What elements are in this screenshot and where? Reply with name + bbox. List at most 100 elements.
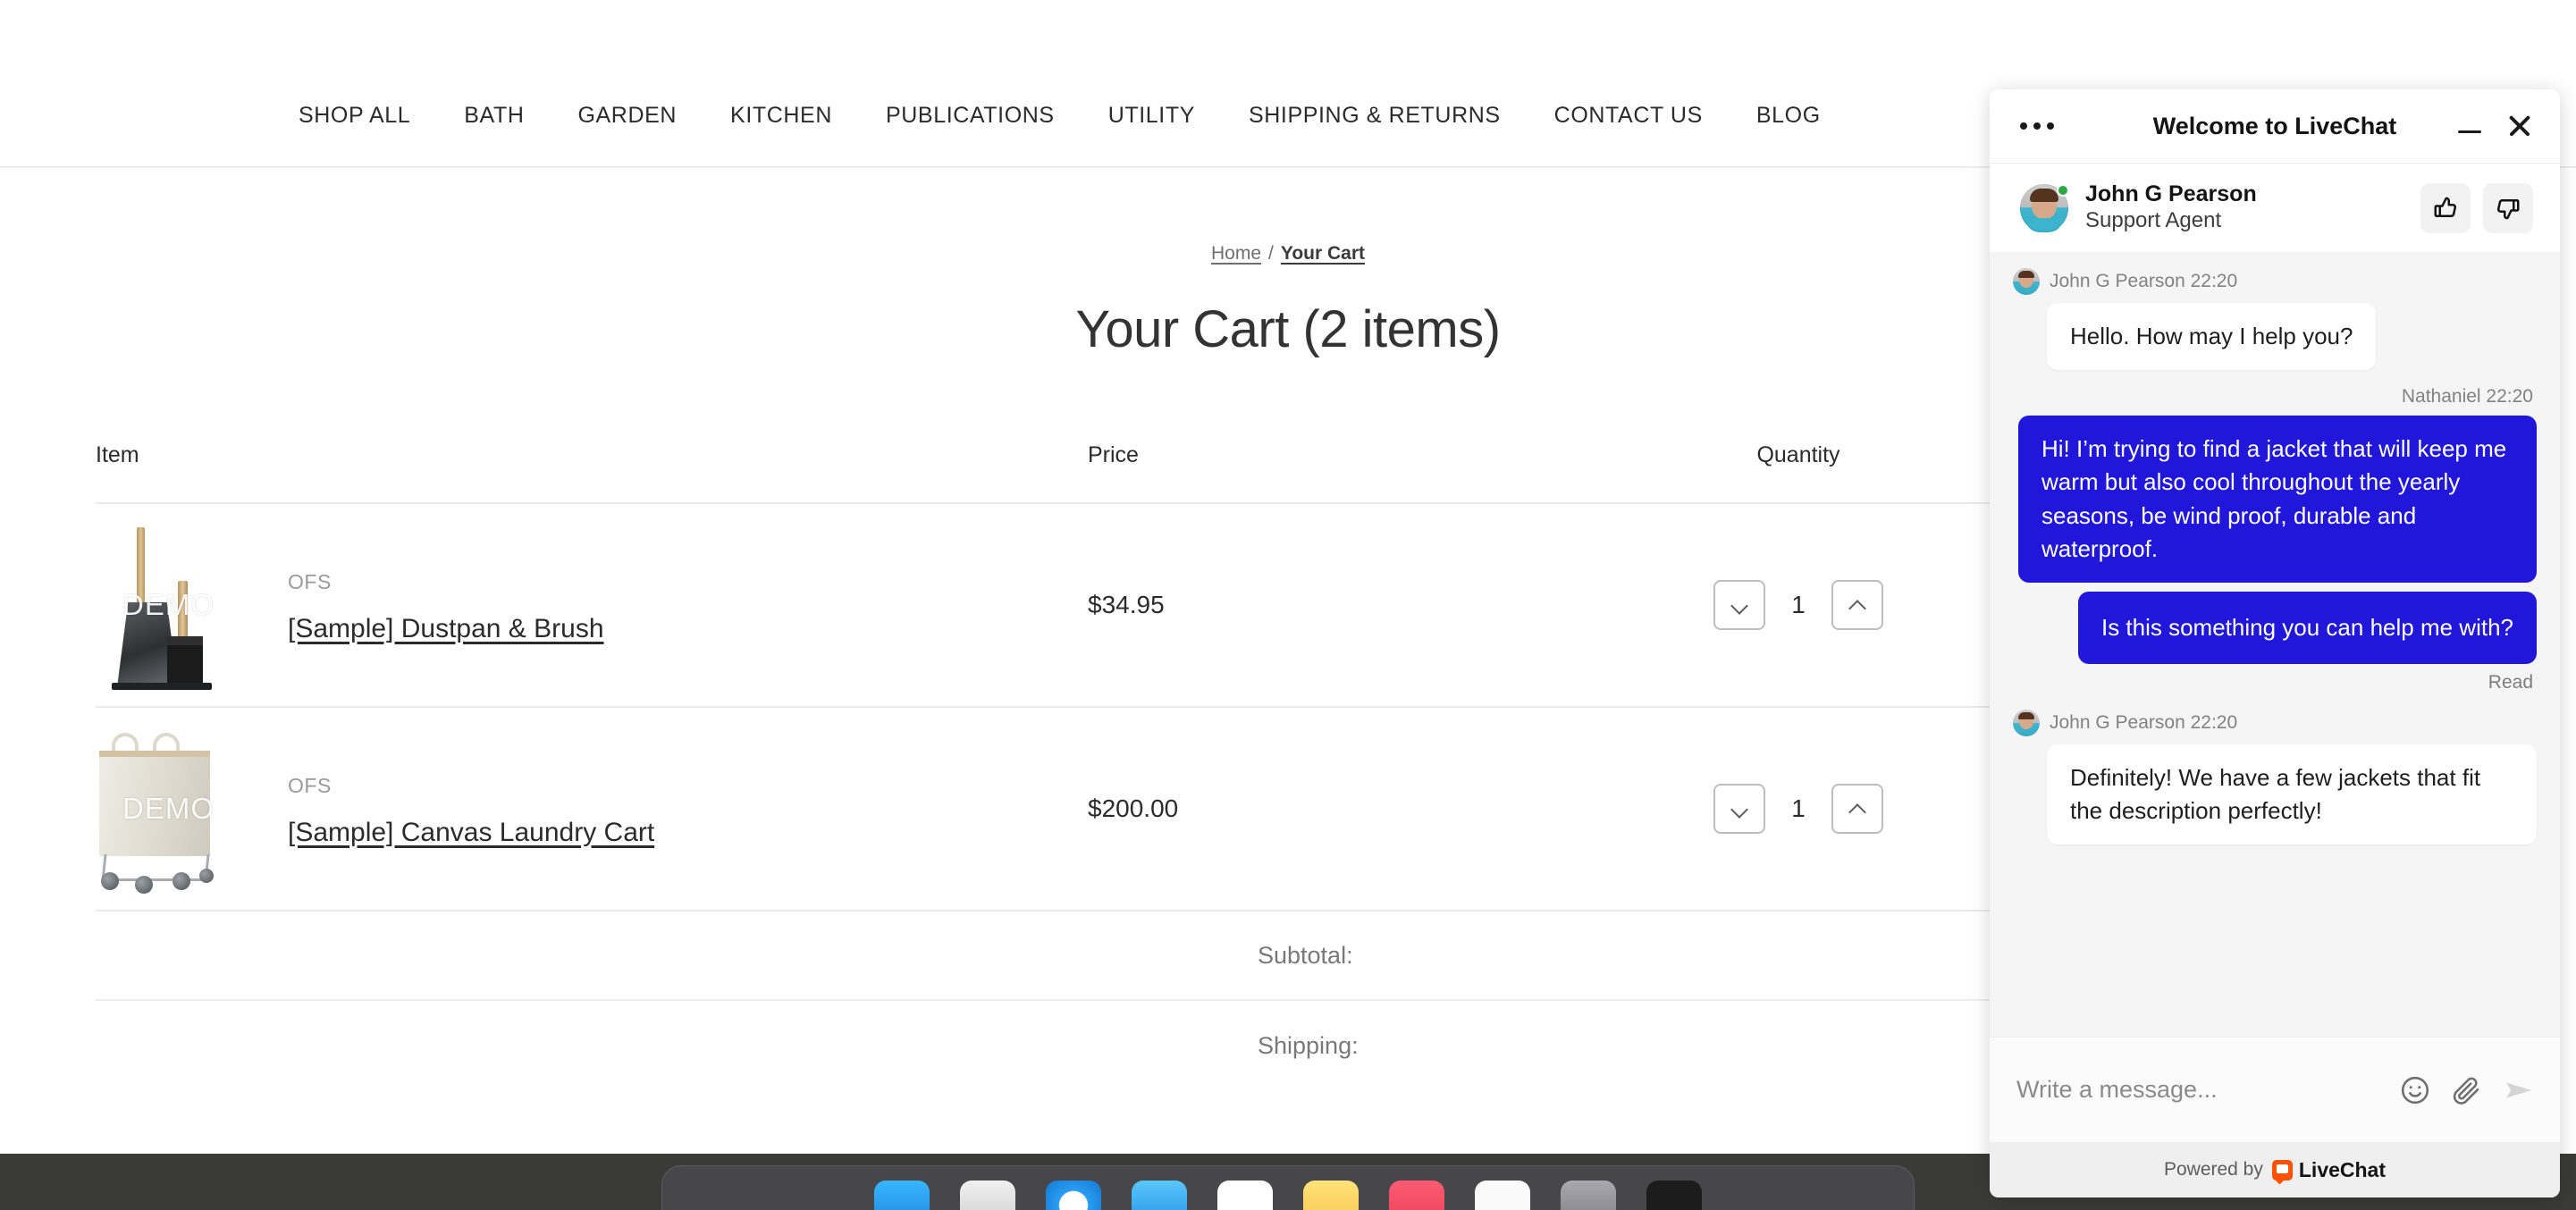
quantity-value[interactable]: 1 — [1765, 794, 1831, 823]
nav-item-kitchen[interactable]: KITCHEN — [703, 103, 859, 129]
photos-icon[interactable] — [1475, 1181, 1530, 1210]
demo-watermark: DEMO — [122, 792, 215, 825]
message-input[interactable] — [2016, 1076, 2385, 1104]
product-thumbnail-canvas-laundry-cart[interactable]: DEMO — [96, 724, 241, 894]
macos-dock — [661, 1165, 1915, 1210]
smiley-button[interactable] — [2397, 1072, 2433, 1108]
input-icons — [2397, 1072, 2537, 1108]
chat-input-bar — [1990, 1037, 2560, 1142]
agent-name: John G Pearson — [2085, 181, 2257, 207]
agent-role: Support Agent — [2085, 207, 2222, 232]
product-price: $200.00 — [1088, 794, 1179, 822]
rating-buttons — [2420, 182, 2533, 233]
notes-icon[interactable] — [1303, 1181, 1359, 1210]
nav-list: SHOP ALL BATH GARDEN KITCHEN PUBLICATION… — [299, 103, 1848, 129]
nav-item-shop-all[interactable]: SHOP ALL — [299, 103, 437, 129]
agent-bar: John G Pearson Support Agent — [1990, 163, 2560, 252]
product-brand: OFS — [288, 773, 332, 797]
avatar — [2013, 710, 2040, 737]
mail-icon[interactable] — [1132, 1181, 1187, 1210]
nav-item-blog[interactable]: BLOG — [1730, 103, 1848, 129]
livechat-logo[interactable]: LiveChat — [2271, 1157, 2387, 1182]
message-author-time: John G Pearson 22:20 — [2050, 712, 2238, 734]
quantity-decrease-button[interactable] — [1713, 784, 1765, 834]
terminal-icon[interactable] — [1646, 1181, 1702, 1210]
chevron-down-icon — [1731, 597, 1747, 613]
calendar-icon[interactable] — [1217, 1181, 1273, 1210]
thumbs-down-button[interactable] — [2483, 182, 2533, 233]
column-header-price: Price — [1088, 442, 1139, 467]
finder-icon[interactable] — [874, 1181, 930, 1210]
chevron-up-icon — [1849, 597, 1865, 613]
thumbs-down-icon — [2496, 198, 2520, 219]
send-icon — [2505, 1081, 2532, 1098]
shipping-label: Shipping: — [1258, 1031, 1359, 1059]
subtotal-label: Subtotal: — [1258, 941, 1353, 969]
safari-icon[interactable] — [1046, 1181, 1101, 1210]
message-group-user: Nathaniel 22:20 Hi! I’m trying to find a… — [2013, 386, 2537, 693]
read-receipt: Read — [2488, 672, 2533, 693]
close-icon[interactable] — [2506, 113, 2533, 139]
thumbs-up-button[interactable] — [2420, 182, 2471, 233]
livechat-widget: Welcome to LiveChat John G Pearson Suppo… — [1990, 89, 2560, 1197]
message-group-agent: John G Pearson 22:20 Hello. How may I he… — [2013, 268, 2537, 371]
chat-message-bubble: Definitely! We have a few jackets that f… — [2047, 744, 2537, 845]
message-meta: John G Pearson 22:20 — [2013, 268, 2537, 295]
chevron-down-icon — [1731, 801, 1747, 817]
product-price: $34.95 — [1088, 591, 1165, 618]
avatar — [2020, 183, 2069, 232]
livechat-mark-icon — [2271, 1159, 2293, 1181]
quantity-value[interactable]: 1 — [1765, 591, 1831, 619]
powered-by-label: Powered by — [2163, 1159, 2263, 1180]
product-thumbnail-dustpan-brush[interactable]: DEMO — [96, 520, 241, 690]
message-meta: Nathaniel 22:20 — [2013, 386, 2533, 408]
demo-watermark: DEMO — [122, 588, 215, 621]
livechat-brand-name: LiveChat — [2298, 1157, 2387, 1181]
paperclip-icon — [2453, 1077, 2479, 1105]
nav-item-contact-us[interactable]: CONTACT US — [1528, 103, 1730, 129]
music-icon[interactable] — [1389, 1181, 1444, 1210]
cart-item-cell: DEMO OFS [Sample] Dustpan & Brush — [96, 520, 1088, 690]
quantity-increase-button[interactable] — [1831, 784, 1883, 834]
nav-item-garden[interactable]: GARDEN — [551, 103, 703, 129]
thumbs-up-icon — [2434, 197, 2457, 217]
chat-message-bubble: Hi! I’m trying to find a jacket that wil… — [2018, 416, 2537, 583]
settings-icon[interactable] — [1561, 1181, 1616, 1210]
quantity-increase-button[interactable] — [1831, 580, 1883, 630]
quantity-stepper: 1 — [1548, 784, 2049, 834]
attach-button[interactable] — [2449, 1072, 2485, 1108]
quantity-stepper: 1 — [1548, 580, 2049, 630]
quantity-decrease-button[interactable] — [1713, 580, 1765, 630]
online-status-dot — [2057, 183, 2069, 197]
product-brand: OFS — [288, 569, 332, 593]
launchpad-icon[interactable] — [960, 1181, 1015, 1210]
nav-item-shipping-returns[interactable]: SHIPPING & RETURNS — [1222, 103, 1528, 129]
message-meta: John G Pearson 22:20 — [2013, 710, 2537, 737]
chat-header: Welcome to LiveChat John G Pearson Suppo… — [1990, 89, 2560, 252]
nav-item-bath[interactable]: BATH — [437, 103, 551, 129]
message-author-time: John G Pearson 22:20 — [2050, 271, 2238, 291]
chat-header-actions — [2456, 113, 2533, 139]
chat-footer: Powered by LiveChat — [1990, 1142, 2560, 1197]
chat-titlebar: Welcome to LiveChat — [1990, 89, 2560, 163]
nav-item-utility[interactable]: UTILITY — [1082, 103, 1222, 129]
avatar — [2013, 268, 2040, 295]
chat-message-bubble: Is this something you can help me with? — [2077, 591, 2537, 665]
nav-item-publications[interactable]: PUBLICATIONS — [859, 103, 1082, 129]
breadcrumb-current[interactable]: Your Cart — [1281, 243, 1365, 264]
product-name-link[interactable]: [Sample] Dustpan & Brush — [288, 614, 604, 643]
message-group-agent: John G Pearson 22:20 Definitely! We have… — [2013, 710, 2537, 845]
minimize-icon[interactable] — [2456, 113, 2483, 139]
chevron-up-icon — [1849, 801, 1865, 817]
agent-info: John G Pearson Support Agent — [2085, 181, 2257, 233]
column-header-item: Item — [96, 442, 139, 467]
cart-item-cell: DEMO OFS [Sample] Canvas Laundry Cart — [96, 724, 1088, 894]
breadcrumb-home[interactable]: Home — [1211, 243, 1261, 264]
send-button[interactable] — [2501, 1072, 2537, 1108]
chat-message-list[interactable]: John G Pearson 22:20 Hello. How may I he… — [1990, 252, 2560, 1037]
message-author-time: Nathaniel 22:20 — [2401, 386, 2533, 408]
column-header-quantity: Quantity — [1756, 442, 1840, 467]
product-name-link[interactable]: [Sample] Canvas Laundry Cart — [288, 818, 654, 847]
more-options-icon[interactable] — [2020, 122, 2054, 130]
smiley-icon — [2401, 1076, 2429, 1104]
